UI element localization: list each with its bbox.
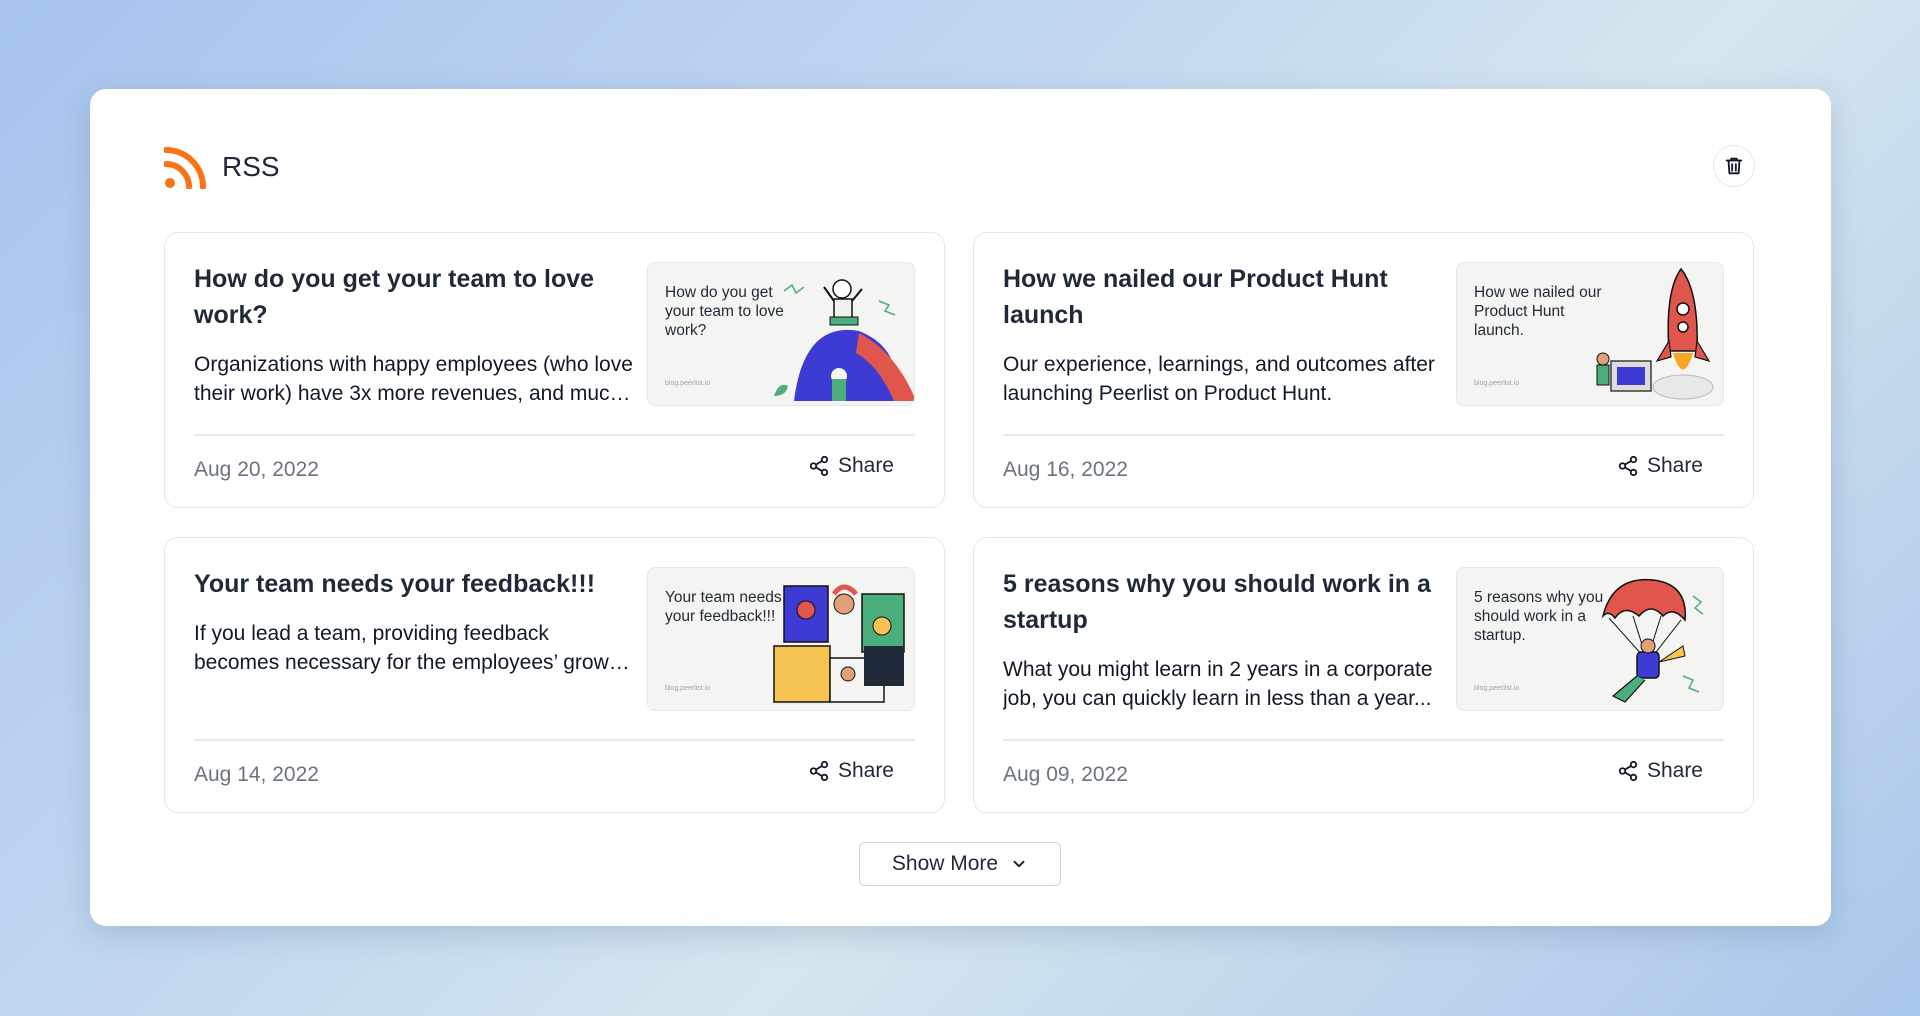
post-thumbnail[interactable]: How do you get your team to love work? b… [647, 262, 915, 406]
show-more-button[interactable]: Show More [859, 842, 1061, 886]
show-more-label: Show More [891, 852, 999, 875]
post-description: Organizations with happy employees (who … [194, 353, 633, 405]
post-card[interactable]: How we nailed our Product Hunt launch Ou… [973, 232, 1754, 508]
share-label: Share [1646, 454, 1703, 477]
post-card[interactable]: Your team needs your feedback!!! If you … [164, 537, 945, 813]
post-date: Aug 16, 2022 [1003, 458, 1128, 481]
share-button[interactable]: Share [808, 759, 894, 783]
share-icon [809, 760, 829, 782]
share-label: Share [837, 454, 894, 477]
post-thumbnail[interactable]: How we nailed our Product Hunt launch. b… [1456, 262, 1724, 406]
divider [1003, 739, 1724, 741]
divider [194, 434, 915, 436]
post-description: What you might learn in 2 years in a cor… [1003, 658, 1433, 710]
post-description: Our experience, learnings, and outcomes … [1003, 353, 1435, 405]
widget-title: RSS [222, 151, 280, 182]
rss-icon [164, 147, 206, 189]
chevron-down-icon [1013, 860, 1025, 868]
post-title[interactable]: How do you get your team to love work? [194, 261, 624, 333]
share-button[interactable]: Share [808, 454, 894, 478]
post-date: Aug 14, 2022 [194, 763, 319, 786]
illustration-parachute-icon [1601, 578, 1704, 703]
thumbnail-footer: blog.peerlist.io [1474, 685, 1520, 692]
thumbnail-footer: blog.peerlist.io [1474, 380, 1520, 387]
posts-grid: How do you get your team to love work? O… [164, 232, 1754, 813]
share-button[interactable]: Share [1617, 454, 1703, 478]
share-label: Share [1646, 759, 1703, 782]
post-date: Aug 09, 2022 [1003, 763, 1128, 786]
rss-widget: RSS How do you get your team to love wor… [90, 89, 1831, 926]
post-description: If you lead a team, providing feedback b… [194, 622, 627, 674]
divider [194, 739, 915, 741]
post-title[interactable]: Your team needs your feedback!!! [194, 566, 624, 602]
share-button[interactable]: Share [1617, 759, 1703, 783]
thumbnail-footer: blog.peerlist.io [665, 380, 711, 387]
post-card[interactable]: How do you get your team to love work? O… [164, 232, 945, 508]
delete-widget-button[interactable] [1713, 145, 1755, 187]
post-date: Aug 20, 2022 [194, 458, 319, 481]
share-icon [809, 455, 829, 477]
thumbnail-footer: blog.peerlist.io [665, 685, 711, 692]
post-thumbnail[interactable]: 5 reasons why you should work in a start… [1456, 567, 1724, 711]
divider [1003, 434, 1724, 436]
post-card[interactable]: 5 reasons why you should work in a start… [973, 537, 1754, 813]
share-label: Share [837, 759, 894, 782]
post-title[interactable]: How we nailed our Product Hunt launch [1003, 261, 1433, 333]
share-icon [1618, 760, 1638, 782]
illustration-feedback-icon [773, 584, 905, 703]
share-icon [1618, 455, 1638, 477]
trash-icon [1725, 157, 1743, 175]
widget-header: RSS [164, 145, 280, 189]
post-thumbnail[interactable]: Your team needs your feedback!!! blog.pe… [647, 567, 915, 711]
illustration-team-slide-icon [774, 279, 914, 401]
post-title[interactable]: 5 reasons why you should work in a start… [1003, 566, 1433, 638]
illustration-rocket-icon [1596, 267, 1714, 400]
